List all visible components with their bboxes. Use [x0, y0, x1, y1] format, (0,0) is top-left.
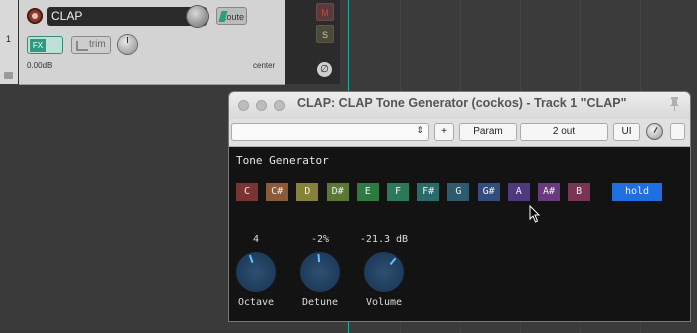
plugin-ui: Tone Generator C C# D D# E F F# G G# A A# B hold 4 … [229, 147, 690, 321]
chevron-updown-icon: ⇕ [416, 125, 424, 135]
note-button[interactable]: C [236, 183, 258, 201]
octave-label: Octave [237, 297, 275, 308]
track-header: CLAP Route FX trim 0.00dB center [19, 0, 285, 85]
add-preset-button[interactable]: + [434, 123, 454, 141]
close-window-button[interactable] [238, 100, 249, 111]
volume-readout: 0.00dB [27, 61, 53, 70]
plugin-toolbar: ⇕ + Param 2 out UI [229, 119, 690, 147]
track-name-field[interactable]: CLAP [47, 7, 207, 26]
minimize-window-button[interactable] [256, 100, 267, 111]
pin-icon[interactable] [668, 96, 681, 112]
note-button[interactable]: G [447, 183, 470, 201]
detune-dial[interactable] [300, 252, 340, 292]
window-titlebar[interactable]: CLAP: CLAP Tone Generator (cockos) - Tra… [229, 92, 690, 119]
plugin-window: CLAP: CLAP Tone Generator (cockos) - Tra… [228, 91, 691, 322]
io-button[interactable]: 2 out [520, 123, 608, 141]
plugin-heading: Tone Generator [236, 154, 329, 167]
ui-button[interactable]: UI [613, 123, 640, 141]
note-button[interactable]: G# [477, 183, 500, 201]
note-button[interactable]: D# [326, 183, 349, 201]
fx-label: FX [30, 39, 46, 52]
note-button[interactable]: F [387, 183, 409, 201]
hold-button[interactable]: hold [612, 183, 662, 201]
preset-dropdown[interactable]: ⇕ [231, 123, 429, 141]
bypass-checkbox[interactable] [670, 123, 685, 140]
volume-value: -21.3 dB [359, 234, 409, 245]
mute-button[interactable]: M [316, 3, 334, 21]
note-button[interactable]: A# [538, 183, 560, 201]
volume-dial[interactable] [364, 252, 404, 292]
route-button[interactable]: Route [216, 7, 247, 25]
octave-value: 4 [252, 234, 260, 245]
pan-readout: center [253, 61, 276, 70]
note-button[interactable]: C# [266, 183, 289, 201]
pan-knob[interactable] [118, 35, 137, 54]
octave-dial[interactable] [236, 252, 276, 292]
fx-button[interactable]: FX [27, 36, 63, 54]
solo-button[interactable]: S [316, 25, 334, 43]
note-button[interactable]: A [507, 183, 530, 201]
folder-icon[interactable] [4, 72, 13, 79]
window-title: CLAP: CLAP Tone Generator (cockos) - Tra… [297, 96, 627, 110]
wet-knob[interactable] [646, 123, 663, 140]
note-button[interactable]: B [568, 183, 591, 201]
record-arm-button[interactable] [27, 8, 43, 24]
note-button[interactable]: D [296, 183, 319, 201]
track-number: 1 [6, 34, 12, 44]
param-button[interactable]: Param [459, 123, 517, 141]
track-buttons: M S ∅ [285, 0, 340, 84]
envelope-icon [76, 41, 88, 51]
track-number-strip[interactable]: 1 [0, 0, 18, 84]
trim-button[interactable]: trim [71, 36, 111, 54]
detune-label: Detune [301, 297, 339, 308]
trim-label: trim [89, 39, 106, 50]
volume-knob[interactable] [187, 6, 208, 27]
phase-invert-button[interactable]: ∅ [317, 62, 332, 77]
volume-label: Volume [365, 297, 403, 308]
zoom-window-button[interactable] [274, 100, 285, 111]
note-button[interactable]: F# [417, 183, 440, 201]
detune-value: -2% [310, 234, 330, 245]
track-control-panel: 1 CLAP Route FX trim 0.00dB center M S ∅ [0, 0, 340, 85]
note-button[interactable]: E [356, 183, 379, 201]
